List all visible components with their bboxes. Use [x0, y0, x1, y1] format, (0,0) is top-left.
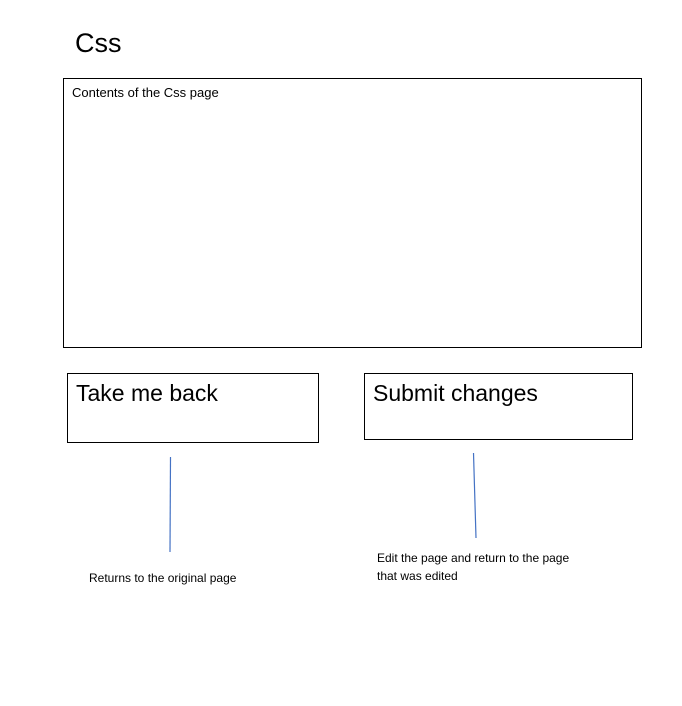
- submit-changes-button[interactable]: Submit changes: [364, 373, 633, 440]
- page-content-area[interactable]: Contents of the Css page: [63, 78, 642, 348]
- back-connector-line: [169, 456, 172, 553]
- take-me-back-label: Take me back: [76, 380, 218, 406]
- take-me-back-button[interactable]: Take me back: [67, 373, 319, 443]
- page-content-text: Contents of the Css page: [72, 85, 219, 100]
- submit-changes-label: Submit changes: [373, 380, 538, 406]
- submit-button-annotation: Edit the page and return to the page tha…: [377, 551, 570, 583]
- submit-connector-line: [472, 452, 477, 539]
- page-title: Css: [75, 28, 122, 58]
- back-button-annotation: Returns to the original page: [89, 571, 237, 585]
